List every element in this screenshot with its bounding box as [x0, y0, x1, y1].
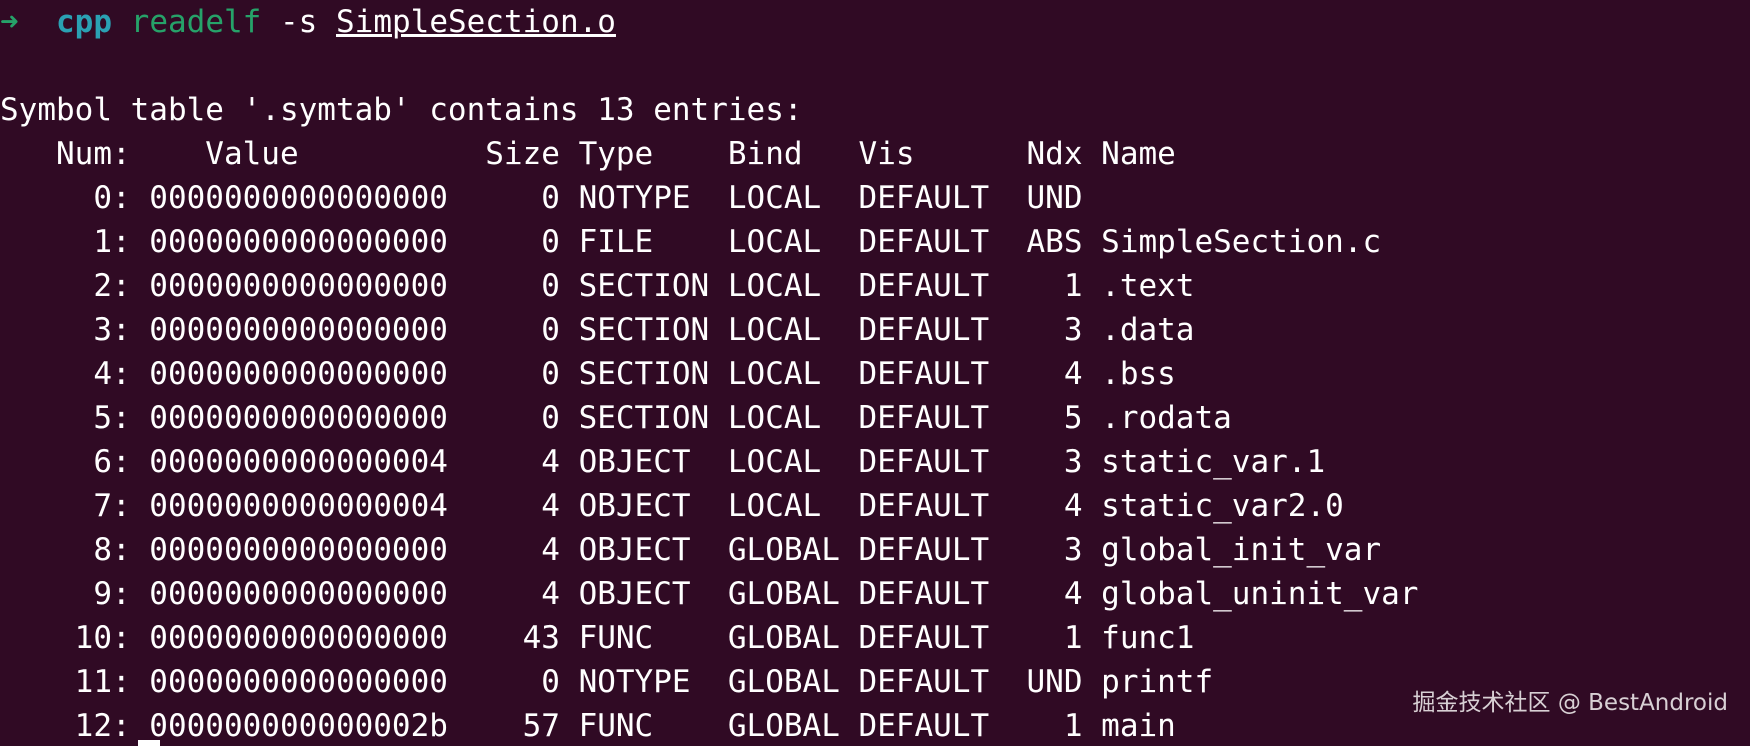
table-row: 1: 0000000000000000 0 FILE LOCAL DEFAULT… [0, 224, 1382, 260]
command-option: -s [280, 4, 318, 40]
table-row: 5: 0000000000000000 0 SECTION LOCAL DEFA… [0, 400, 1232, 436]
command-name: readelf [130, 4, 262, 40]
prompt-arrow-icon: ➜ [0, 4, 19, 40]
prompt-line: ➜ cpp readelf -s SimpleSection.o [0, 0, 1750, 44]
table-row: 7: 0000000000000004 4 OBJECT LOCAL DEFAU… [0, 488, 1344, 524]
table-row: 4: 0000000000000000 0 SECTION LOCAL DEFA… [0, 356, 1176, 392]
table-row: 6: 0000000000000004 4 OBJECT LOCAL DEFAU… [0, 444, 1326, 480]
table-row: 9: 0000000000000000 4 OBJECT GLOBAL DEFA… [0, 576, 1419, 612]
prompt-directory: cpp [56, 4, 112, 40]
table-row: 0: 0000000000000000 0 NOTYPE LOCAL DEFAU… [0, 180, 1102, 216]
command-file-link[interactable]: SimpleSection.o [336, 4, 616, 40]
table-row: 8: 0000000000000000 4 OBJECT GLOBAL DEFA… [0, 532, 1382, 568]
terminal-cursor [138, 740, 160, 746]
symtab-summary: Symbol table '.symtab' contains 13 entri… [0, 92, 803, 128]
terminal-window[interactable]: ➜ cpp readelf -s SimpleSection.o Symbol … [0, 0, 1750, 746]
table-header: Num: Value Size Type Bind Vis Ndx Name [0, 136, 1176, 172]
table-row: 10: 0000000000000000 43 FUNC GLOBAL DEFA… [0, 620, 1195, 656]
table-row: 2: 0000000000000000 0 SECTION LOCAL DEFA… [0, 268, 1195, 304]
table-row: 3: 0000000000000000 0 SECTION LOCAL DEFA… [0, 312, 1195, 348]
watermark: 掘金技术社区 @ BestAndroid [1412, 690, 1728, 716]
